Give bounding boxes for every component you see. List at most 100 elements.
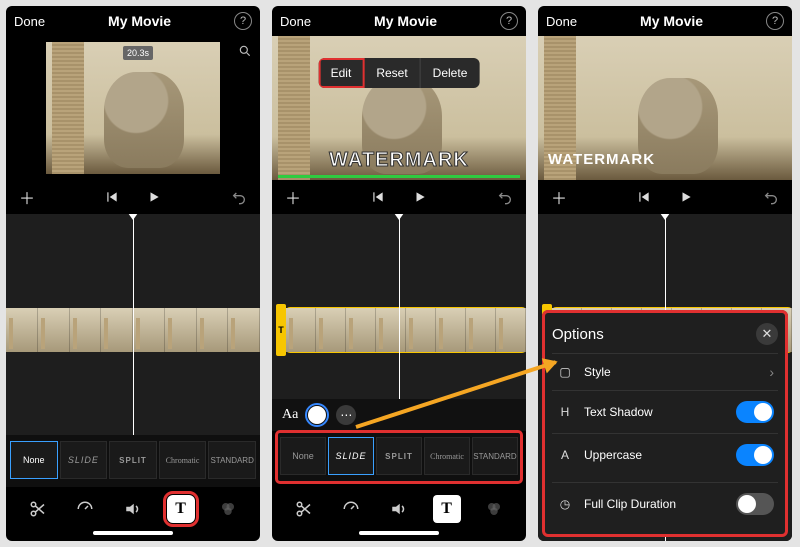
video-frame: WATERMARK: [538, 36, 792, 180]
watermark-text[interactable]: WATERMARK: [278, 149, 520, 172]
text-tool-button[interactable]: T: [167, 495, 195, 523]
timeline[interactable]: [6, 214, 260, 435]
skip-start-button[interactable]: [633, 186, 655, 208]
option-row-uppercase: A Uppercase: [552, 433, 778, 476]
text-selection-bar: [278, 175, 520, 178]
text-shadow-toggle[interactable]: [736, 401, 774, 423]
home-indicator: [359, 531, 439, 535]
video-preview[interactable]: 20.3s: [6, 36, 260, 180]
more-options-button[interactable]: ⋯: [336, 405, 356, 425]
done-button[interactable]: Done: [546, 14, 577, 29]
play-button[interactable]: [143, 186, 165, 208]
option-row-style[interactable]: ▢Style ›: [552, 353, 778, 390]
option-row-full-clip: ◷ Full Clip Duration: [552, 482, 778, 525]
text-style-none[interactable]: None: [280, 437, 326, 475]
speed-icon[interactable]: [337, 495, 365, 523]
text-styles-row: None SLIDE SPLIT Chromatic STANDARD: [6, 435, 260, 487]
text-clip-handle[interactable]: T: [276, 304, 286, 356]
add-media-button[interactable]: ＋: [16, 186, 38, 208]
header: Done My Movie ?: [538, 6, 792, 36]
video-preview[interactable]: Edit Reset Delete WATERMARK: [272, 36, 526, 180]
screen-text-options: Done My Movie ? WATERMARK ＋ T: [538, 6, 792, 541]
play-button[interactable]: [675, 186, 697, 208]
text-tool-button[interactable]: T: [433, 495, 461, 523]
option-row-text-shadow: H Text Shadow: [552, 390, 778, 433]
screen-text-styles: Done My Movie ? 20.3s ＋: [6, 6, 260, 541]
scissors-icon[interactable]: [290, 495, 318, 523]
volume-icon[interactable]: [119, 495, 147, 523]
playhead[interactable]: [133, 214, 134, 435]
undo-button[interactable]: [228, 186, 250, 208]
transport-bar: ＋: [6, 180, 260, 214]
home-indicator: [93, 531, 173, 535]
chevron-right-icon: ›: [769, 364, 774, 380]
video-content: [104, 72, 184, 168]
add-media-button[interactable]: ＋: [282, 186, 304, 208]
video-preview[interactable]: WATERMARK: [538, 36, 792, 180]
play-button[interactable]: [409, 186, 431, 208]
option-label: Text Shadow: [584, 405, 653, 419]
duration-badge: 20.3s: [123, 46, 153, 60]
header: Done My Movie ?: [6, 6, 260, 36]
text-style-slide[interactable]: SLIDE: [60, 441, 108, 479]
text-style-standard[interactable]: STANDARD: [208, 441, 256, 479]
timeline[interactable]: T: [272, 214, 526, 399]
uppercase-toggle[interactable]: [736, 444, 774, 466]
done-button[interactable]: Done: [280, 14, 311, 29]
full-clip-toggle[interactable]: [736, 493, 774, 515]
video-frame: Edit Reset Delete WATERMARK: [272, 36, 526, 180]
skip-start-button[interactable]: [367, 186, 389, 208]
watermark-text[interactable]: WATERMARK: [548, 151, 786, 168]
option-label: Style: [584, 365, 611, 379]
undo-button[interactable]: [760, 186, 782, 208]
font-button[interactable]: Aa: [282, 407, 298, 423]
text-options-panel: Options ✕ ▢Style › H Text Shadow A Upperca…: [542, 310, 788, 537]
project-title: My Movie: [640, 13, 703, 29]
help-button[interactable]: ?: [234, 12, 252, 30]
project-title: My Movie: [374, 13, 437, 29]
option-label: Full Clip Duration: [584, 497, 676, 511]
transport-bar: ＋: [538, 180, 792, 214]
context-reset[interactable]: Reset: [364, 58, 420, 88]
duration-icon: ◷: [556, 497, 574, 511]
bottom-toolbar: T: [272, 487, 526, 527]
filters-icon[interactable]: [480, 495, 508, 523]
help-button[interactable]: ?: [500, 12, 518, 30]
text-style-slide[interactable]: SLIDE: [328, 437, 374, 475]
undo-button[interactable]: [494, 186, 516, 208]
skip-start-button[interactable]: [101, 186, 123, 208]
transport-bar: ＋: [272, 180, 526, 214]
text-color-swatch[interactable]: [308, 406, 326, 424]
add-media-button[interactable]: ＋: [548, 186, 570, 208]
filters-icon[interactable]: [214, 495, 242, 523]
screen-text-edit-menu: Done My Movie ? Edit Reset Delete WATERM…: [272, 6, 526, 541]
shadow-icon: H: [556, 405, 574, 419]
clip-strip-selected[interactable]: [286, 308, 526, 352]
zoom-button[interactable]: [236, 42, 254, 60]
project-title: My Movie: [108, 13, 171, 29]
text-style-standard[interactable]: STANDARD: [472, 437, 518, 475]
text-style-split[interactable]: SPLIT: [376, 437, 422, 475]
header: Done My Movie ?: [272, 6, 526, 36]
video-frame: 20.3s: [46, 42, 220, 174]
text-style-chromatic[interactable]: Chromatic: [159, 441, 207, 479]
options-title: Options: [552, 326, 604, 343]
text-styles-row: None SLIDE SPLIT Chromatic STANDARD: [276, 431, 522, 483]
context-delete[interactable]: Delete: [421, 58, 480, 88]
bottom-toolbar: T: [6, 487, 260, 527]
uppercase-icon: A: [556, 448, 574, 462]
text-style-chromatic[interactable]: Chromatic: [424, 437, 470, 475]
done-button[interactable]: Done: [14, 14, 45, 29]
playhead[interactable]: [399, 214, 400, 399]
volume-icon[interactable]: [385, 495, 413, 523]
close-options-button[interactable]: ✕: [756, 323, 778, 345]
text-context-menu: Edit Reset Delete: [319, 58, 480, 88]
scissors-icon[interactable]: [24, 495, 52, 523]
speed-icon[interactable]: [71, 495, 99, 523]
context-edit[interactable]: Edit: [319, 58, 365, 88]
text-style-split[interactable]: SPLIT: [109, 441, 157, 479]
option-label: Uppercase: [584, 448, 642, 462]
text-style-none[interactable]: None: [10, 441, 58, 479]
help-button[interactable]: ?: [766, 12, 784, 30]
video-content: [52, 42, 84, 174]
